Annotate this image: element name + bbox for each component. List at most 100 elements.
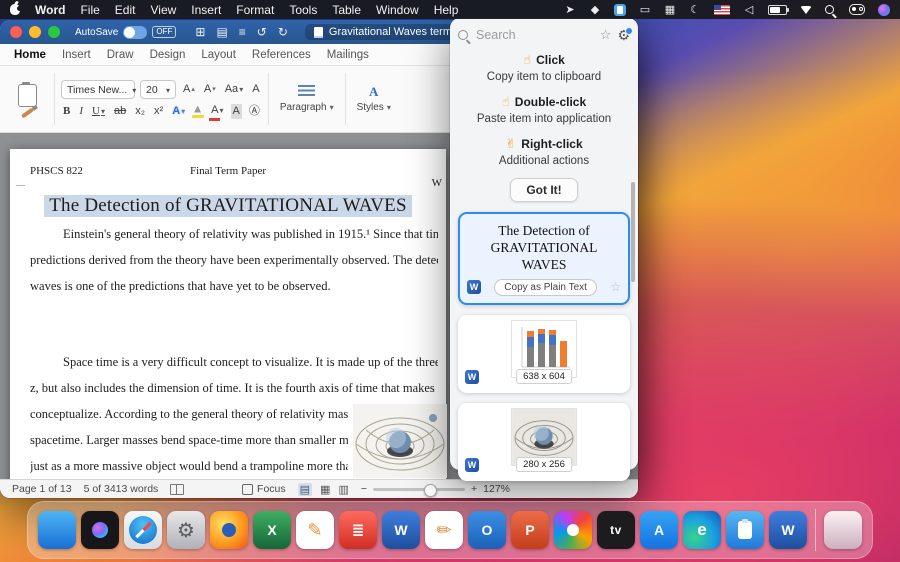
dock-pages[interactable]: ✎ — [296, 511, 334, 549]
font-size-select[interactable]: 20 — [140, 80, 176, 99]
underline-button[interactable]: U — [90, 104, 107, 119]
outline-view-button[interactable]: ▥ — [338, 483, 348, 496]
zoom-out-button[interactable]: − — [361, 483, 367, 495]
zoom-button[interactable] — [48, 26, 60, 38]
menu-file[interactable]: File — [80, 3, 99, 17]
menu-view[interactable]: View — [150, 3, 176, 17]
zoom-slider-knob[interactable] — [424, 484, 437, 497]
dock-system-preferences[interactable]: ⚙ — [167, 511, 205, 549]
dock-edge[interactable]: e — [683, 511, 721, 549]
change-case-button[interactable]: Aa — [223, 82, 245, 97]
clipboard-item-text[interactable]: The Detection of GRAVITATIONAL WAVES W C… — [458, 212, 630, 305]
menu-tools[interactable]: Tools — [289, 3, 317, 17]
gear-icon[interactable]: ⚙ — [617, 28, 630, 42]
minimize-button[interactable] — [29, 26, 41, 38]
word-count[interactable]: 5 of 3413 words — [84, 483, 159, 495]
dock-design-app[interactable] — [554, 511, 592, 549]
volume-icon[interactable]: ◁ — [743, 3, 755, 16]
menu-table[interactable]: Table — [332, 3, 361, 17]
dock-word[interactable]: W — [382, 511, 420, 549]
bold-button[interactable]: B — [61, 104, 72, 119]
grow-font-button[interactable]: A — [181, 82, 197, 97]
print-layout-view-button[interactable]: ▤ — [298, 483, 312, 496]
paste-menubar-icon[interactable] — [614, 4, 626, 16]
italic-button[interactable]: I — [77, 104, 85, 119]
paste-button[interactable] — [18, 84, 37, 107]
menu-format[interactable]: Format — [236, 3, 274, 17]
close-button[interactable] — [10, 26, 22, 38]
menu-window[interactable]: Window — [376, 3, 419, 17]
search-input[interactable] — [474, 27, 594, 43]
tab-mailings[interactable]: Mailings — [327, 49, 369, 61]
dock-app-store[interactable]: A — [640, 511, 678, 549]
enclose-characters-button[interactable]: Ⓐ — [247, 104, 262, 119]
dock-safari[interactable] — [124, 511, 162, 549]
font-color-button[interactable]: A — [209, 103, 225, 120]
cursor-icon[interactable]: ➤ — [564, 3, 576, 16]
strikethrough-button[interactable]: ab — [112, 104, 128, 119]
dock-pdf-app[interactable]: ≣ — [339, 511, 377, 549]
menu-app-name[interactable]: Word — [35, 3, 65, 17]
copy-as-plain-text-button[interactable]: Copy as Plain Text — [494, 279, 597, 296]
tab-draw[interactable]: Draw — [107, 49, 134, 61]
subscript-button[interactable]: x₂ — [133, 104, 147, 119]
dock-outlook[interactable]: O — [468, 511, 506, 549]
redo-icon[interactable]: ↻ — [278, 25, 288, 39]
panel-scrollbar[interactable] — [631, 182, 635, 282]
dock-finder[interactable] — [38, 511, 76, 549]
control-center-icon[interactable] — [849, 4, 865, 15]
focus-button[interactable]: Focus — [242, 483, 286, 495]
print-icon[interactable]: ≡ — [239, 25, 246, 39]
got-it-button[interactable]: Got It! — [510, 178, 577, 202]
character-shading-button[interactable]: A — [231, 104, 242, 119]
view-switch-icon[interactable]: ⊞ — [195, 25, 205, 39]
clipboard-item-chart-image[interactable]: 638 x 604 W — [458, 315, 630, 393]
autosave-toggle[interactable] — [123, 26, 147, 39]
text-effects-button[interactable]: A — [170, 104, 187, 119]
menu-insert[interactable]: Insert — [191, 3, 221, 17]
page-count[interactable]: Page 1 of 13 — [12, 483, 72, 495]
highlight-color-button[interactable] — [192, 106, 204, 118]
dock-siri[interactable] — [81, 511, 119, 549]
tab-references[interactable]: References — [252, 49, 311, 61]
dock-apple-tv[interactable]: tv — [597, 511, 635, 549]
display-icon[interactable]: ▭ — [639, 3, 651, 16]
format-painter-icon[interactable] — [21, 107, 34, 118]
dock-excel[interactable]: X — [253, 511, 291, 549]
save-icon[interactable]: ▤ — [216, 25, 227, 39]
shrink-font-button[interactable]: A — [202, 82, 218, 97]
dock-trash[interactable] — [824, 511, 862, 549]
menu-edit[interactable]: Edit — [115, 3, 136, 17]
zoom-percentage[interactable]: 127% — [483, 483, 510, 495]
dock-paste[interactable] — [726, 511, 764, 549]
zoom-in-button[interactable]: + — [471, 483, 477, 495]
shortcuts-icon[interactable]: ◆ — [589, 3, 601, 16]
dock-firefox[interactable] — [210, 511, 248, 549]
stats-icon[interactable]: ▦ — [664, 3, 676, 16]
favorite-star-icon[interactable]: ☆ — [610, 280, 621, 294]
spotlight-icon[interactable] — [825, 5, 834, 14]
paragraph-group-button[interactable]: Paragraph — [275, 69, 339, 129]
tab-insert[interactable]: Insert — [62, 49, 91, 61]
zoom-slider[interactable] — [373, 488, 465, 491]
dock-powerpoint[interactable]: P — [511, 511, 549, 549]
dock-pencil-app[interactable]: ✏ — [425, 511, 463, 549]
font-name-select[interactable]: Times New... — [61, 80, 135, 99]
proofing-icon[interactable] — [170, 484, 184, 495]
clear-formatting-button[interactable]: A — [250, 82, 261, 97]
styles-group-button[interactable]: Styles — [352, 69, 396, 129]
siri-icon[interactable] — [878, 4, 890, 16]
wifi-icon[interactable] — [800, 6, 812, 20]
superscript-button[interactable]: x² — [152, 104, 165, 119]
tab-design[interactable]: Design — [150, 49, 186, 61]
tab-layout[interactable]: Layout — [201, 49, 236, 61]
do-not-disturb-moon-icon[interactable]: ☾ — [689, 3, 701, 16]
favorites-star-icon[interactable]: ☆ — [600, 27, 612, 43]
clipboard-item-spacetime-image[interactable]: 280 x 256 W — [458, 403, 630, 481]
undo-icon[interactable]: ↺ — [257, 25, 267, 39]
tab-home[interactable]: Home — [14, 49, 46, 61]
battery-icon[interactable] — [768, 5, 787, 15]
web-layout-view-button[interactable]: ▦ — [320, 483, 330, 496]
menu-help[interactable]: Help — [434, 3, 459, 17]
us-flag-icon[interactable] — [714, 5, 730, 15]
